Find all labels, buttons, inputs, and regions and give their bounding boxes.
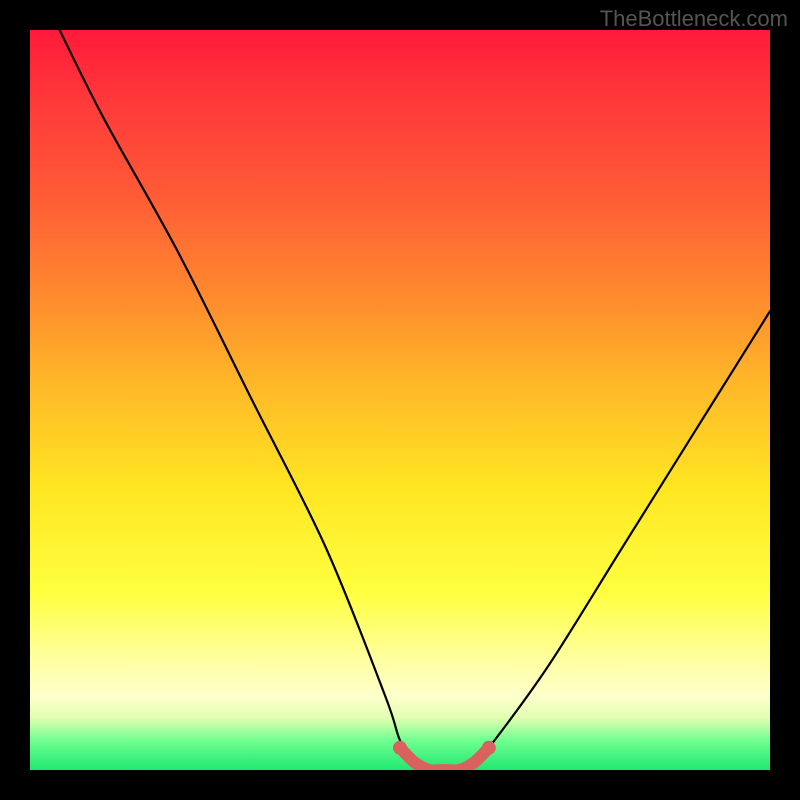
chart-plot-area [30,30,770,770]
watermark-text: TheBottleneck.com [600,6,788,32]
bottleneck-curve [60,30,770,770]
optimal-range-marker [400,748,489,770]
optimal-start-dot [393,741,407,755]
optimal-end-dot [482,741,496,755]
chart-frame: TheBottleneck.com [0,0,800,800]
chart-svg [30,30,770,770]
